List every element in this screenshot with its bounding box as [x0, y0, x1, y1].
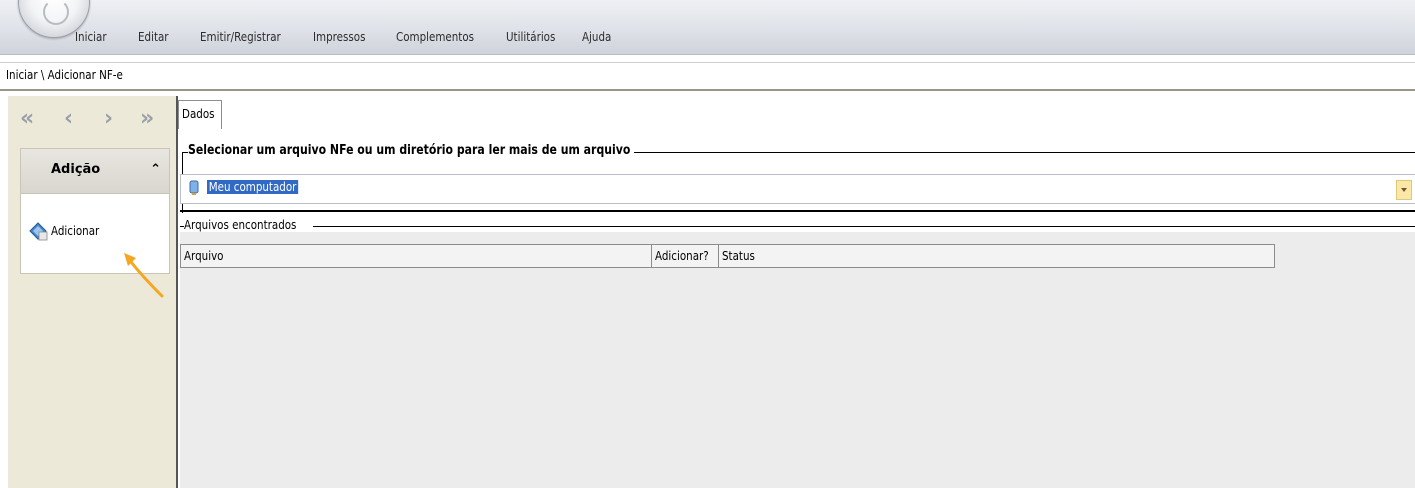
files-fieldset-border: [313, 226, 1415, 227]
next-icon[interactable]: ›: [104, 108, 113, 130]
menu-complementos[interactable]: Complementos: [396, 30, 474, 44]
first-page-icon[interactable]: «: [20, 108, 34, 130]
previous-icon[interactable]: ‹: [64, 108, 73, 130]
column-adicionar[interactable]: Adicionar?: [652, 245, 719, 267]
source-combobox[interactable]: Meu computador: [180, 174, 1415, 204]
adicao-group-header[interactable]: Adição ⌃: [21, 149, 169, 194]
menu-iniciar[interactable]: Iniciar: [75, 30, 107, 44]
files-grid: Arquivo Adicionar? Status: [180, 232, 1415, 488]
menu-bar: Iniciar Editar Emitir/Registrar Impresso…: [0, 0, 1415, 55]
menu-impressos[interactable]: Impressos: [313, 30, 365, 44]
combobox-value: Meu computador: [207, 180, 299, 194]
column-status[interactable]: Status: [719, 245, 1273, 267]
column-arquivo[interactable]: Arquivo: [181, 245, 652, 267]
group-title: Adição: [51, 162, 101, 177]
adicionar-label: Adicionar: [51, 224, 100, 238]
menu-utilitarios[interactable]: Utilitários: [506, 30, 555, 44]
menu-editar[interactable]: Editar: [138, 30, 169, 44]
files-legend: Arquivos encontrados: [184, 218, 297, 232]
separator-line: [180, 210, 1415, 212]
annotation-arrow-icon: [124, 253, 164, 298]
collapse-chevron-icon[interactable]: ⌃: [150, 162, 161, 177]
column-arquivo-label: Arquivo: [184, 249, 224, 263]
tab-dados-label: Dados: [182, 107, 215, 121]
selection-legend: Selecionar um arquivo NFe ou um diretóri…: [188, 143, 634, 158]
breadcrumb-bar: Iniciar \ Adicionar NF-e: [0, 62, 1415, 91]
menu-emitir-registrar[interactable]: Emitir/Registrar: [200, 30, 281, 44]
tab-dados[interactable]: Dados: [178, 100, 222, 129]
computer-icon: [189, 180, 199, 195]
grid-header: Arquivo Adicionar? Status: [180, 244, 1275, 268]
add-document-icon: [29, 222, 48, 241]
dropdown-arrow-icon[interactable]: [1396, 180, 1412, 200]
column-adicionar-label: Adicionar?: [655, 249, 709, 263]
breadcrumb: Iniciar \ Adicionar NF-e: [6, 68, 123, 82]
menu-ajuda[interactable]: Ajuda: [582, 30, 611, 44]
last-page-icon[interactable]: »: [140, 108, 154, 130]
column-status-label: Status: [722, 249, 755, 263]
